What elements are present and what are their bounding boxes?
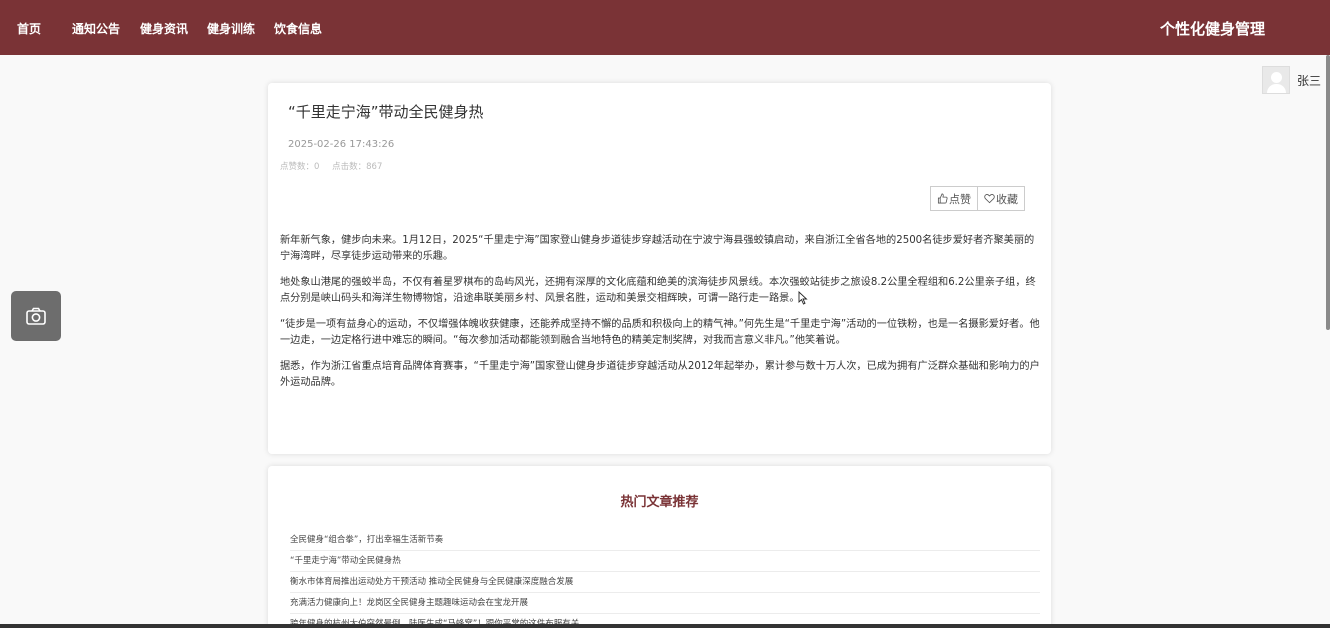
hot-article-item[interactable]: 衡水市体育局推出运动处方干预活动 推动全民健身与全民健康深度融合发展: [290, 572, 1040, 593]
article-paragraph: 新年新气象，健步向未来。1月12日，2025“千里走宁海”国家登山健身步道徒步穿…: [280, 235, 1035, 262]
hot-articles-title: 热门文章推荐: [620, 495, 699, 510]
article-paragraph: “徒步是一项有益身心的运动，不仅增强体魄收获健康，还能养成坚持不懈的品质和积极向…: [280, 319, 1040, 346]
likes-count: 点赞数：0: [280, 162, 320, 172]
article-content: 新年新气象，健步向未来。1月12日，2025“千里走宁海”国家登山健身步道徒步穿…: [280, 233, 1040, 401]
hot-article-item[interactable]: 充满活力健康向上！龙岗区全民健身主题趣味运动会在宝龙开展: [290, 593, 1040, 614]
nav-fitness-training[interactable]: 健身训练: [207, 20, 255, 37]
hot-article-item[interactable]: 全民健身“组合拳”，打出幸福生活新节奏: [290, 530, 1040, 551]
like-button-label: 点赞: [949, 192, 971, 206]
hot-articles-card: 热门文章推荐 全民健身“组合拳”，打出幸福生活新节奏 “千里走宁海”带动全民健身…: [268, 466, 1051, 628]
app-brand-title: 个性化健身管理: [1160, 20, 1266, 38]
bottom-divider: [0, 624, 1330, 628]
nav-notices[interactable]: 通知公告: [72, 20, 120, 37]
article-actions: 点赞 收藏: [930, 186, 1025, 211]
hot-article-item[interactable]: “千里走宁海”带动全民健身热: [290, 551, 1040, 572]
article-card: “千里走宁海”带动全民健身热 2025-02-26 17:43:26 点赞数：0…: [268, 83, 1051, 454]
hot-articles-list: 全民健身“组合拳”，打出幸福生活新节奏 “千里走宁海”带动全民健身热 衡水市体育…: [290, 530, 1040, 628]
article-title: “千里走宁海”带动全民健身热: [288, 103, 484, 121]
clicks-count: 点击数：867: [332, 162, 383, 172]
nav-fitness-news[interactable]: 健身资讯: [140, 20, 188, 37]
thumbs-up-icon: [937, 193, 948, 204]
article-paragraph: 地处象山港尾的强蛟半岛，不仅有着星罗棋布的岛屿风光，还拥有深厚的文化底蕴和绝美的…: [280, 277, 1036, 304]
page-scrollbar[interactable]: [1326, 55, 1330, 330]
top-navbar: 首页 通知公告 健身资讯 健身训练 饮食信息 个性化健身管理: [0, 0, 1330, 55]
article-paragraph: 据悉，作为浙江省重点培育品牌体育赛事，“千里走宁海”国家登山健身步道徒步穿越活动…: [280, 361, 1040, 388]
like-button[interactable]: 点赞: [930, 186, 978, 211]
nav-home[interactable]: 首页: [17, 20, 41, 37]
article-date: 2025-02-26 17:43:26: [288, 139, 395, 150]
mouse-cursor-icon: [798, 291, 808, 305]
camera-button[interactable]: [11, 291, 61, 341]
user-menu[interactable]: 张三: [1262, 66, 1321, 94]
username[interactable]: 张三: [1297, 72, 1321, 89]
heart-icon: [984, 194, 995, 204]
favorite-button-label: 收藏: [996, 192, 1018, 206]
nav-diet-info[interactable]: 饮食信息: [274, 20, 322, 37]
article-stats: 点赞数：0 点击数：867: [280, 160, 392, 172]
camera-icon: [26, 307, 46, 325]
avatar[interactable]: [1262, 66, 1290, 94]
favorite-button[interactable]: 收藏: [978, 186, 1025, 211]
